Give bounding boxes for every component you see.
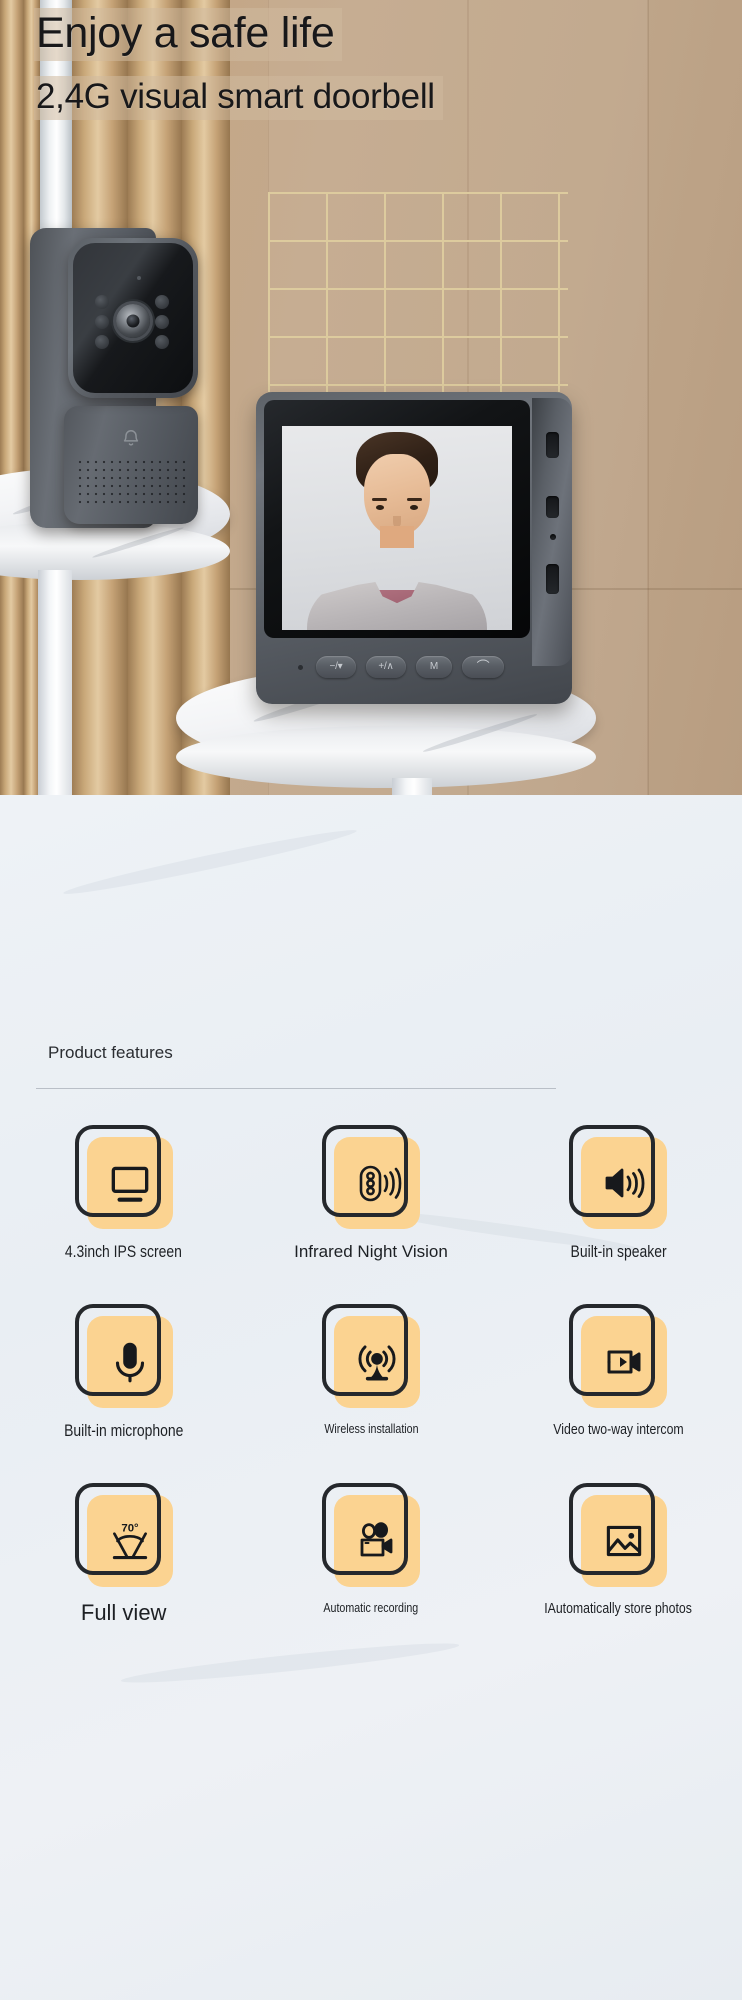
- feature-item-night-vision[interactable]: Infrared Night Vision: [247, 1125, 494, 1262]
- camera-lens: [116, 304, 150, 338]
- wireless-signal-tower-icon: [334, 1316, 420, 1408]
- feature-item-store-photos[interactable]: IAutomatically store photos: [495, 1483, 742, 1626]
- wall-column: [0, 0, 24, 795]
- right-table-edge: [176, 726, 596, 788]
- feature-icon-tile: [569, 1483, 668, 1587]
- sd-card-slot: [546, 564, 559, 594]
- minus-down-button[interactable]: −/▾: [316, 656, 356, 678]
- feature-icon-tile: [74, 1304, 173, 1408]
- status-led: [298, 665, 303, 670]
- monitor-side-panel: [532, 398, 572, 666]
- feature-item-full-view[interactable]: 70° Full view: [0, 1483, 247, 1626]
- bell-icon: [120, 428, 142, 450]
- speaker-grille: [76, 458, 186, 508]
- wide-angle-view-icon: 70°: [87, 1495, 173, 1587]
- feature-item-auto-recording[interactable]: Automatic recording: [247, 1483, 494, 1626]
- feature-label: Full view: [80, 1600, 167, 1625]
- usb-port: [546, 496, 559, 518]
- monitor-screen-icon: [87, 1137, 173, 1229]
- person-sweater: [307, 582, 487, 630]
- doorbell-device: [30, 228, 198, 538]
- doorbell-camera-module: [68, 238, 198, 398]
- gold-grid-decor: [268, 192, 568, 392]
- feature-label: Infrared Night Vision: [294, 1242, 448, 1261]
- marble-texture: [61, 823, 359, 901]
- person-brow-left: [372, 498, 387, 501]
- features-divider: [36, 1088, 556, 1089]
- monitor-control-bar: −/▾ +/∧ M ⌒: [264, 642, 530, 696]
- feature-label: 4.3inch IPS screen: [65, 1242, 183, 1261]
- feature-label: Wireless installation: [323, 1421, 419, 1436]
- feature-item-speaker[interactable]: Built-in speaker: [495, 1125, 742, 1262]
- hero-subtitle: 2,4G visual smart doorbell: [34, 76, 443, 120]
- reset-pinhole: [550, 534, 556, 540]
- left-table-stem: [38, 570, 72, 795]
- ir-led: [155, 295, 169, 309]
- feature-item-microphone[interactable]: Built-in microphone: [0, 1304, 247, 1441]
- feature-icon-tile: [321, 1483, 420, 1587]
- feature-icon-tile: [321, 1125, 420, 1229]
- right-table-stem: [392, 778, 432, 795]
- ir-led: [155, 315, 169, 329]
- doorbell-button-module: [64, 406, 198, 524]
- speaker-volume-icon: [581, 1137, 667, 1229]
- infrared-night-vision-icon: [334, 1137, 420, 1229]
- photo-gallery-icon: [581, 1495, 667, 1587]
- features-row: 70° Full view Automatic recording IAutom…: [0, 1483, 742, 1626]
- feature-label: Built-in speaker: [570, 1242, 667, 1261]
- wall-seam: [648, 0, 649, 795]
- features-row: 4.3inch IPS screen Infrared Night Vision…: [0, 1125, 742, 1262]
- indoor-monitor-device: −/▾ +/∧ M ⌒: [256, 392, 572, 704]
- plus-up-button[interactable]: +/∧: [366, 656, 406, 678]
- feature-label: IAutomatically store photos: [544, 1600, 693, 1617]
- microphone-hole: [137, 276, 141, 280]
- feature-icon-tile: 70°: [74, 1483, 173, 1587]
- feature-item-wireless[interactable]: Wireless installation: [247, 1304, 494, 1441]
- hero-banner: Enjoy a safe life 2,4G visual smart door…: [0, 0, 742, 795]
- answer-call-button[interactable]: ⌒: [462, 656, 504, 678]
- person-neck: [380, 526, 414, 548]
- hero-title: Enjoy a safe life: [34, 8, 343, 61]
- feature-icon-tile: [569, 1125, 668, 1229]
- feature-label: Automatic recording: [323, 1600, 419, 1615]
- marble-texture: [120, 1637, 460, 1689]
- feature-label: Built-in microphone: [64, 1421, 184, 1440]
- feature-item-video-intercom[interactable]: Video two-way intercom: [495, 1304, 742, 1441]
- power-port: [546, 432, 559, 458]
- ir-led: [95, 295, 109, 309]
- person-face: [364, 454, 430, 541]
- feature-icon-tile: [74, 1125, 173, 1229]
- feature-icon-tile: [569, 1304, 668, 1408]
- person-eye-right: [410, 505, 418, 510]
- features-grid: 4.3inch IPS screen Infrared Night Vision…: [0, 1125, 742, 1626]
- camera-glass-panel: [73, 243, 193, 393]
- microphone-icon: [87, 1316, 173, 1408]
- features-heading: Product features: [48, 1043, 173, 1062]
- product-features-section: Product features 4.3inch IPS screen Infr…: [0, 795, 742, 2000]
- view-angle-badge: 70°: [121, 1523, 139, 1535]
- person-brow-right: [407, 498, 422, 501]
- monitor-bezel: [264, 400, 530, 638]
- movie-camera-icon: [334, 1495, 420, 1587]
- ir-led: [155, 335, 169, 349]
- feature-icon-tile: [321, 1304, 420, 1408]
- person-eye-left: [376, 505, 384, 510]
- ir-led: [95, 315, 109, 329]
- ir-led: [95, 335, 109, 349]
- video-intercom-icon: [581, 1316, 667, 1408]
- product-page: Enjoy a safe life 2,4G visual smart door…: [0, 0, 742, 2000]
- menu-button[interactable]: M: [416, 656, 452, 678]
- features-row: Built-in microphone Wireless installatio…: [0, 1304, 742, 1441]
- feature-item-ips-screen[interactable]: 4.3inch IPS screen: [0, 1125, 247, 1262]
- monitor-screen: [282, 426, 512, 630]
- feature-label: Video two-way intercom: [553, 1421, 684, 1438]
